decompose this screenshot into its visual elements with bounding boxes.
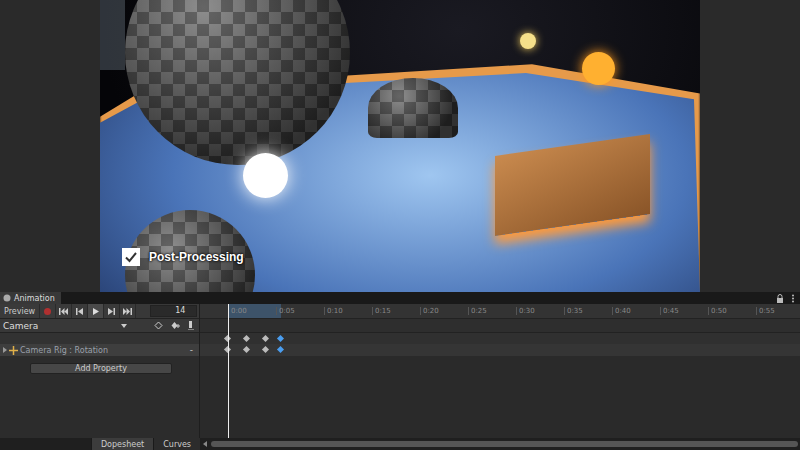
ruler-label: 0:30 — [516, 307, 564, 315]
keyframe[interactable] — [277, 346, 284, 353]
expand-arrow-icon[interactable] — [3, 347, 7, 353]
record-button[interactable] — [40, 304, 56, 318]
event-row — [200, 319, 800, 333]
preview-button[interactable]: Preview — [0, 304, 40, 318]
first-key-button[interactable] — [56, 304, 72, 318]
next-key-button[interactable] — [104, 304, 120, 318]
ruler-label: 0:20 — [420, 307, 468, 315]
skip-start-icon — [59, 308, 68, 315]
play-button[interactable] — [88, 304, 104, 318]
keyframe[interactable] — [243, 334, 250, 341]
property-name: Camera Rig : Rotation — [20, 346, 186, 355]
dropdown-arrow-icon — [121, 324, 127, 328]
summary-keyframes — [200, 333, 800, 344]
keyframe[interactable] — [243, 346, 250, 353]
summary-row — [0, 333, 199, 344]
step-back-icon — [76, 308, 83, 315]
scene-render: Post-Processing — [100, 0, 700, 292]
keyframe[interactable] — [277, 334, 284, 341]
ruler-label: 0:55 — [756, 307, 800, 315]
checkbox-label: Post-Processing — [149, 250, 244, 264]
property-row[interactable]: Camera Rig : Rotation- — [0, 344, 199, 356]
checker-sphere — [368, 78, 458, 138]
ruler-label: 0:00 — [228, 307, 276, 315]
clip-row: Camera — [0, 319, 199, 333]
step-forward-icon — [108, 308, 115, 315]
playhead[interactable] — [228, 304, 229, 438]
tab-title: Animation — [14, 294, 55, 303]
ruler-label: 0:45 — [660, 307, 708, 315]
keyframe-plus-icon[interactable] — [171, 321, 180, 330]
stats-panel — [100, 0, 125, 70]
ruler-label: 0:50 — [708, 307, 756, 315]
animation-window: AnimationPreview 14 Camera Camera Rig : Rot… — [0, 292, 800, 450]
keyframe[interactable] — [262, 334, 269, 341]
ruler-label: 0:40 — [612, 307, 660, 315]
ruler-label: 0:15 — [372, 307, 420, 315]
window-tab[interactable]: Animation — [0, 292, 61, 304]
ruler-label: 0:10 — [324, 307, 372, 315]
window-tab-bar: Animation — [0, 292, 800, 304]
keyframe[interactable] — [262, 346, 269, 353]
view-mode-tab[interactable]: Curves — [153, 438, 200, 450]
menu-icon[interactable] — [789, 294, 797, 303]
lock-icon[interactable] — [776, 294, 784, 303]
checkbox[interactable] — [122, 248, 140, 266]
animation-icon — [3, 294, 11, 302]
light-orb — [520, 33, 536, 49]
unity-editor: Post-Processing AnimationPreview 14 Camera C… — [0, 0, 800, 450]
add-property-button[interactable]: Add Property — [30, 363, 172, 374]
light-orb — [243, 153, 288, 198]
scroll-left-icon[interactable] — [203, 441, 207, 447]
time-ruler[interactable]: 0:000:050:100:150:200:250:300:350:400:45… — [200, 304, 800, 319]
light-orb — [582, 52, 615, 85]
post-processing-toggle[interactable]: Post-Processing — [122, 248, 244, 266]
frame-field[interactable]: 14 — [150, 305, 197, 317]
playback-toolbar: Preview 14 — [0, 304, 199, 319]
record-icon — [44, 308, 51, 315]
transform-icon — [9, 346, 18, 355]
dopesheet: 0:000:050:100:150:200:250:300:350:400:45… — [200, 304, 800, 438]
remove-property-button[interactable]: - — [188, 345, 195, 355]
clip-dropdown[interactable]: Camera — [0, 321, 130, 331]
check-icon — [124, 250, 138, 264]
viewport-margin — [700, 0, 800, 292]
ruler-label: 0:25 — [468, 307, 516, 315]
clip-name: Camera — [3, 321, 38, 331]
add-keyframe-icon[interactable] — [154, 321, 163, 330]
ruler-label: 0:05 — [276, 307, 324, 315]
add-event-icon[interactable] — [188, 321, 194, 330]
horizontal-scrollbar[interactable] — [200, 438, 800, 450]
skip-end-icon — [123, 308, 132, 315]
viewport-margin — [0, 0, 100, 292]
play-icon — [93, 308, 99, 315]
property-pane: Preview 14 Camera Camera Rig : Rotation- Add… — [0, 304, 200, 438]
scrollbar-thumb[interactable] — [211, 441, 798, 447]
view-mode-tab[interactable]: Dopesheet — [91, 438, 153, 450]
ruler-label: 0:35 — [564, 307, 612, 315]
previous-key-button[interactable] — [72, 304, 88, 318]
last-key-button[interactable] — [120, 304, 136, 318]
property-keyframes — [200, 344, 800, 356]
view-mode-bar: DopesheetCurves — [0, 438, 800, 450]
game-view-area: Post-Processing — [0, 0, 800, 292]
